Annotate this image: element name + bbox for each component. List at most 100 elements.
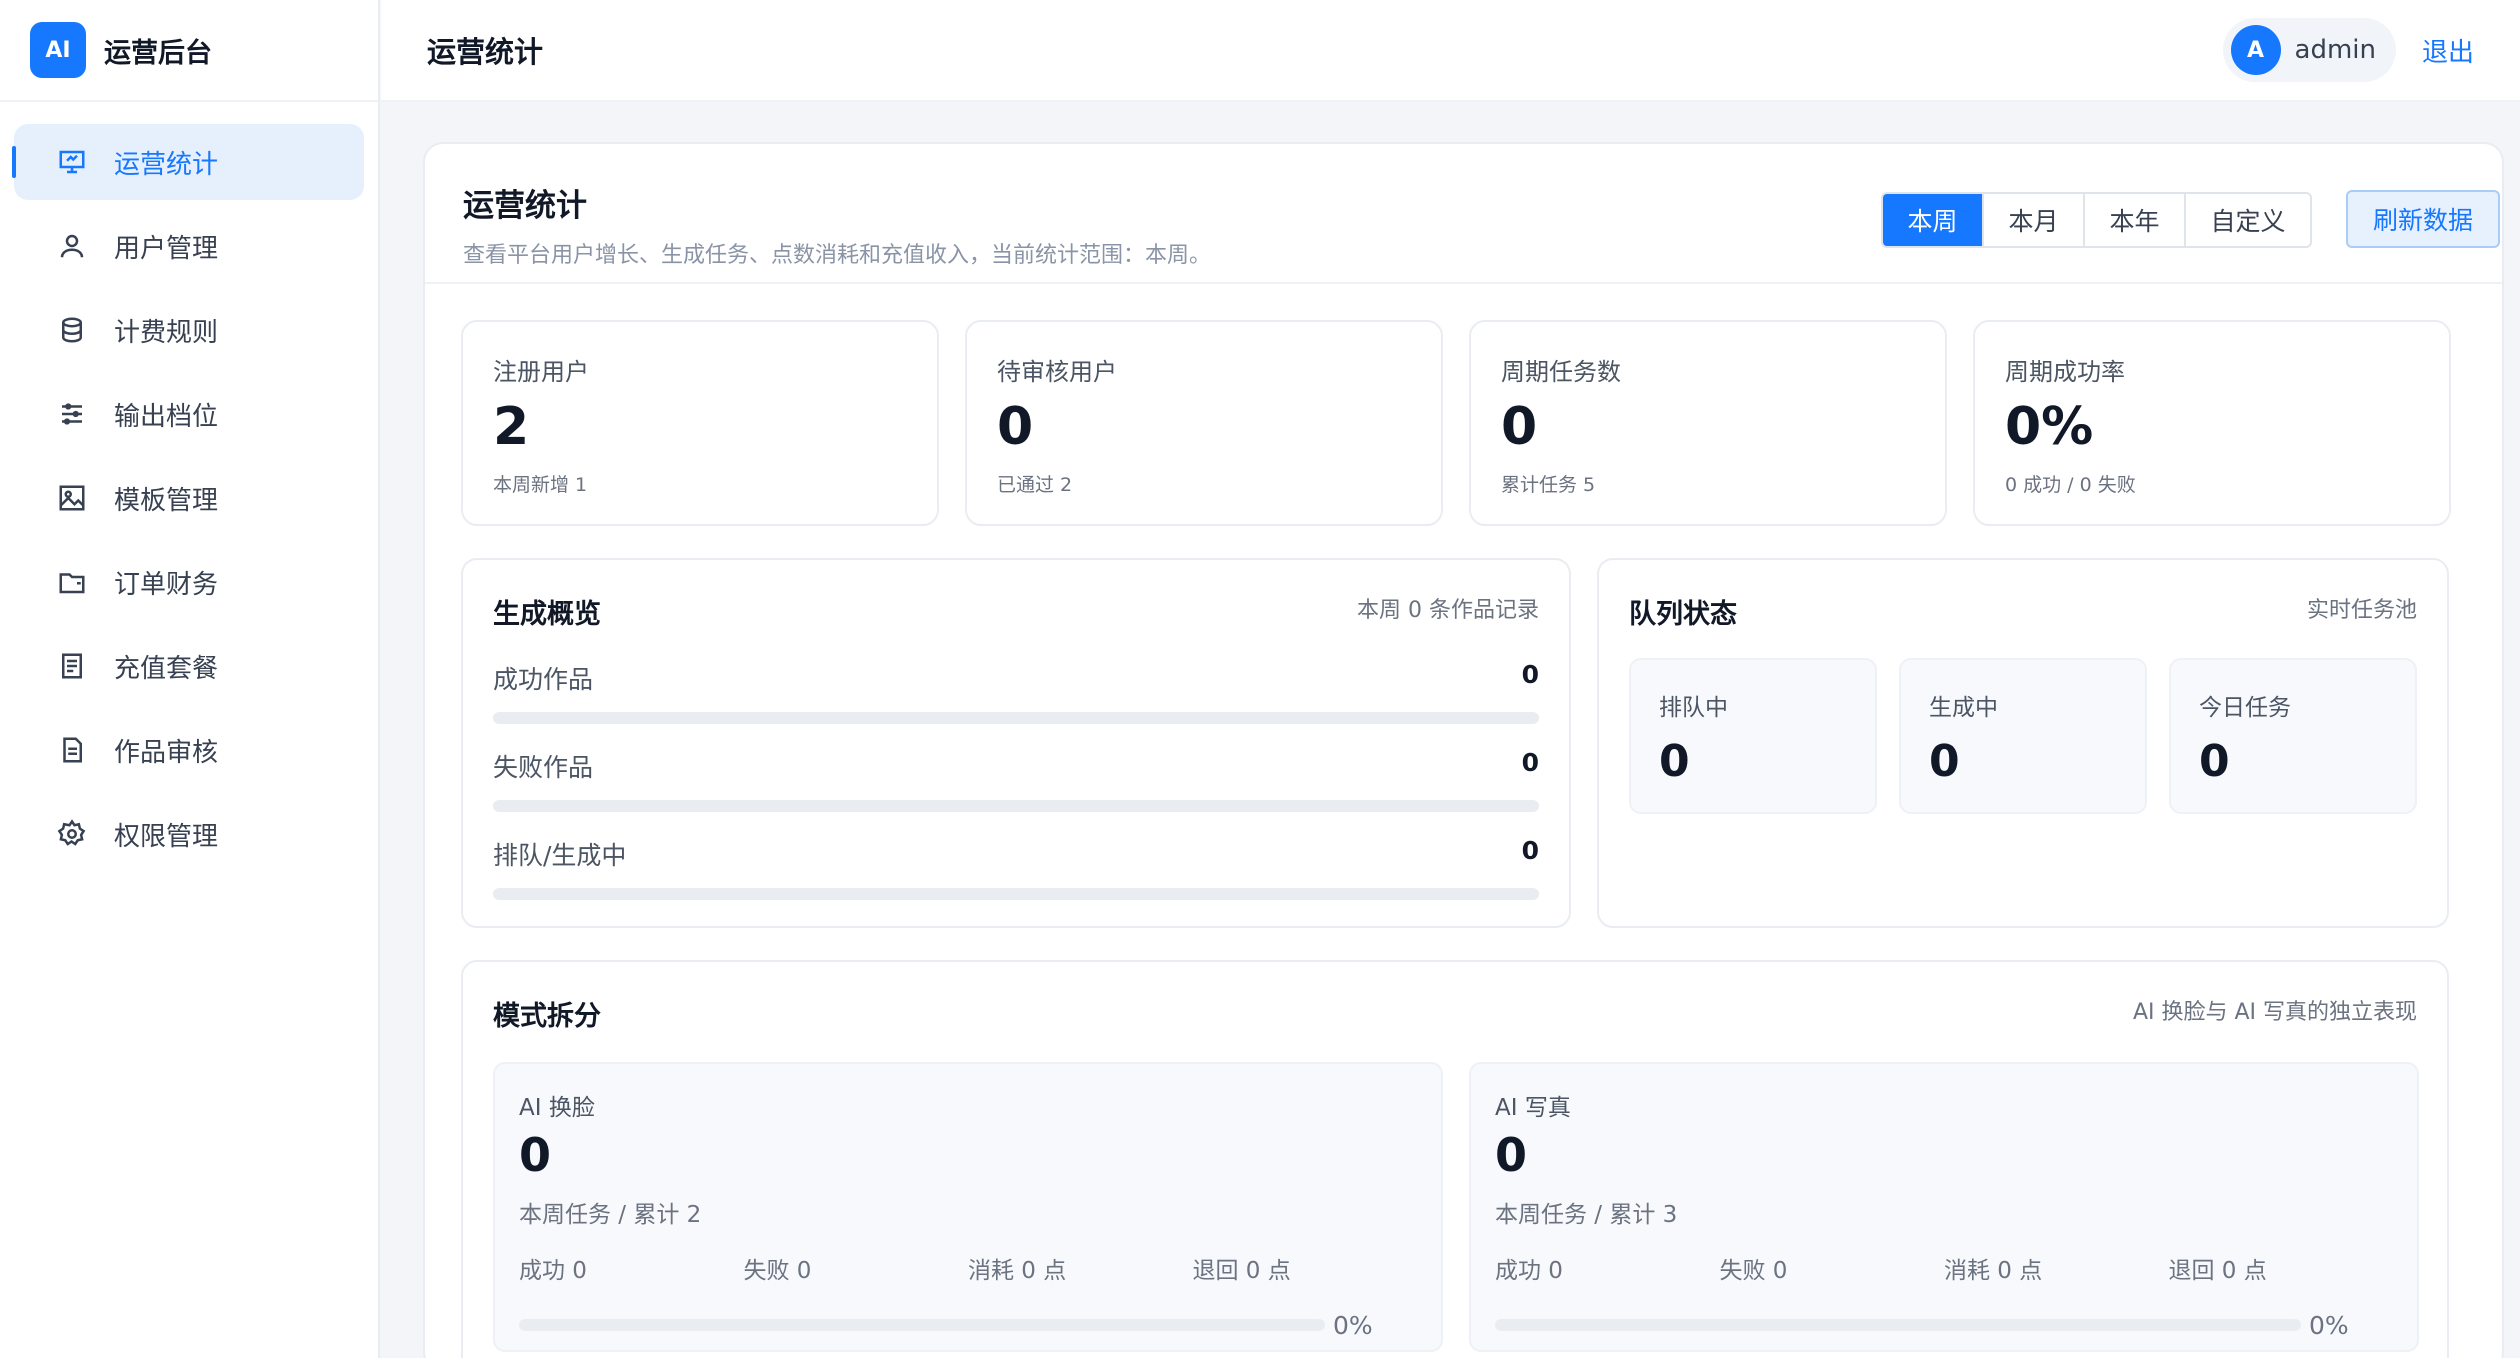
queue-card: 队列状态 实时任务池 排队中 0 生成中 0 今日任务 0: [1597, 558, 2449, 928]
mode-percent: 0%: [1333, 1310, 1373, 1340]
sidebar-item-orders[interactable]: 订单财务: [14, 544, 364, 620]
mode-title: 模式拆分: [493, 1001, 601, 1032]
sidebar-item-templates[interactable]: 模板管理: [14, 460, 364, 536]
queue-label: 生成中: [1929, 695, 1998, 721]
stat-value: 0: [1501, 397, 1538, 457]
stat-label: 周期成功率: [2005, 358, 2125, 386]
queue-label: 今日任务: [2199, 695, 2291, 721]
mode-sub: 本周任务 / 累计 2: [519, 1201, 702, 1228]
brand-logo: AI: [30, 22, 86, 78]
overview-row-failed: 失败作品 0: [493, 748, 1539, 812]
range-month-button[interactable]: 本月: [1984, 194, 2085, 246]
queue-box-today: 今日任务 0: [2169, 658, 2417, 814]
sidebar-item-label: 运营统计: [114, 149, 219, 180]
mode-box-faceswap: AI 换脸 0 本周任务 / 累计 2 成功 0 失败 0 消耗 0 点 退回 …: [493, 1062, 1443, 1352]
logout-link[interactable]: 退出: [2422, 32, 2474, 69]
avatar: A: [2230, 25, 2281, 75]
sidebar-item-users[interactable]: 用户管理: [14, 208, 364, 284]
mode-progress: 0%: [519, 1311, 1417, 1340]
range-year-button[interactable]: 本年: [2085, 194, 2186, 246]
sidebar-item-label: 用户管理: [114, 233, 219, 264]
brand-name: 运营后台: [104, 37, 212, 69]
mode-box-portrait: AI 写真 0 本周任务 / 累计 3 成功 0 失败 0 消耗 0 点 退回 …: [1469, 1062, 2419, 1352]
refresh-button[interactable]: 刷新数据: [2346, 190, 2500, 248]
overview-note: 本周 0 条作品记录: [1357, 598, 1539, 623]
row-label: 成功作品: [493, 665, 594, 694]
mode-sub: 本周任务 / 累计 3: [1495, 1201, 1678, 1228]
sidebar-item-label: 订单财务: [114, 569, 219, 600]
mode-metrics: 成功 0 失败 0 消耗 0 点 退回 0 点: [519, 1251, 1417, 1285]
range-custom-button[interactable]: 自定义: [2186, 194, 2310, 246]
queue-title: 队列状态: [1629, 599, 1737, 630]
top-header: 运营统计 A admin 退出: [381, 0, 2520, 102]
username: admin: [2294, 35, 2376, 65]
wallet-icon: [54, 564, 90, 600]
database-icon: [54, 312, 90, 348]
stat-card-success-rate: 周期成功率 0% 0 成功 / 0 失败: [1973, 320, 2451, 526]
row-label: 排队/生成中: [493, 841, 627, 870]
sidebar-item-label: 输出档位: [114, 401, 219, 432]
overview-title: 生成概览: [493, 599, 601, 630]
range-selector: 本周 本月 本年 自定义: [1881, 192, 2312, 248]
mode-progress: 0%: [1495, 1311, 2393, 1340]
mode-value: 0: [519, 1128, 552, 1182]
document-icon: [54, 732, 90, 768]
receipt-icon: [54, 648, 90, 684]
range-week-button[interactable]: 本周: [1883, 194, 1984, 246]
stat-sub: 本周新增 1: [493, 474, 588, 497]
sidebar: AI 运营后台 运营统计 用户管理 计费规则 输出档位 模板管理 订单财务 充值…: [0, 0, 380, 1358]
sidebar-nav: 运营统计 用户管理 计费规则 输出档位 模板管理 订单财务 充值套餐 作品审核 …: [0, 102, 378, 902]
sidebar-item-output[interactable]: 输出档位: [14, 376, 364, 452]
row-value: 0: [1521, 836, 1539, 865]
mode-refund: 退回 0 点: [2168, 1257, 2267, 1284]
brand: AI 运营后台: [0, 0, 378, 102]
progress-track: [493, 888, 1539, 900]
stat-sub: 累计任务 5: [1501, 474, 1596, 497]
presentation-icon: [54, 144, 90, 180]
sidebar-item-permissions[interactable]: 权限管理: [14, 796, 364, 872]
progress-track: [493, 712, 1539, 724]
gear-icon: [54, 816, 90, 852]
overview-row-queued: 排队/生成中 0: [493, 836, 1539, 900]
queue-box-waiting: 排队中 0: [1629, 658, 1877, 814]
stat-value: 0%: [2005, 397, 2094, 457]
sidebar-item-stats[interactable]: 运营统计: [12, 124, 364, 200]
mode-fail: 失败 0: [743, 1257, 812, 1284]
overview-card: 生成概览 本周 0 条作品记录 成功作品 0 失败作品 0 排队/生成中 0: [461, 558, 1571, 928]
sidebar-item-billing[interactable]: 计费规则: [14, 292, 364, 368]
row-value: 0: [1521, 748, 1539, 777]
mode-split-card: 模式拆分 AI 换脸与 AI 写真的独立表现 AI 换脸 0 本周任务 / 累计…: [461, 960, 2449, 1358]
queue-box-generating: 生成中 0: [1899, 658, 2147, 814]
sidebar-item-review[interactable]: 作品审核: [14, 712, 364, 788]
mode-fail: 失败 0: [1719, 1257, 1788, 1284]
sidebar-item-label: 充值套餐: [114, 653, 219, 684]
stat-label: 待审核用户: [997, 358, 1117, 386]
queue-value: 0: [1659, 736, 1690, 787]
sliders-icon: [54, 396, 90, 432]
user-icon: [54, 228, 90, 264]
stat-card-pending: 待审核用户 0 已通过 2: [965, 320, 1443, 526]
stat-value: 2: [493, 397, 530, 457]
mode-refund: 退回 0 点: [1192, 1257, 1291, 1284]
page-title: 运营统计: [427, 35, 544, 69]
sidebar-item-label: 计费规则: [114, 317, 219, 348]
sidebar-item-label: 模板管理: [114, 485, 219, 516]
sidebar-item-label: 作品审核: [114, 737, 219, 768]
stat-sub: 已通过 2: [997, 474, 1073, 497]
mode-consume: 消耗 0 点: [1944, 1257, 2043, 1284]
sidebar-item-packages[interactable]: 充值套餐: [14, 628, 364, 704]
mode-success: 成功 0: [519, 1257, 587, 1284]
stat-sub: 0 成功 / 0 失败: [2005, 474, 2136, 497]
user-menu[interactable]: A admin: [2222, 18, 2396, 82]
stat-label: 周期任务数: [1501, 358, 1621, 386]
mode-percent: 0%: [2309, 1310, 2349, 1340]
row-label: 失败作品: [493, 753, 594, 782]
stat-value: 0: [997, 397, 1034, 457]
stat-card-registered: 注册用户 2 本周新增 1: [461, 320, 939, 526]
mode-metrics: 成功 0 失败 0 消耗 0 点 退回 0 点: [1495, 1251, 2393, 1285]
mode-value: 0: [1495, 1128, 1528, 1182]
queue-value: 0: [2199, 736, 2230, 787]
overview-row-success: 成功作品 0: [493, 660, 1539, 724]
row-value: 0: [1521, 660, 1539, 689]
queue-label: 排队中: [1659, 695, 1728, 721]
